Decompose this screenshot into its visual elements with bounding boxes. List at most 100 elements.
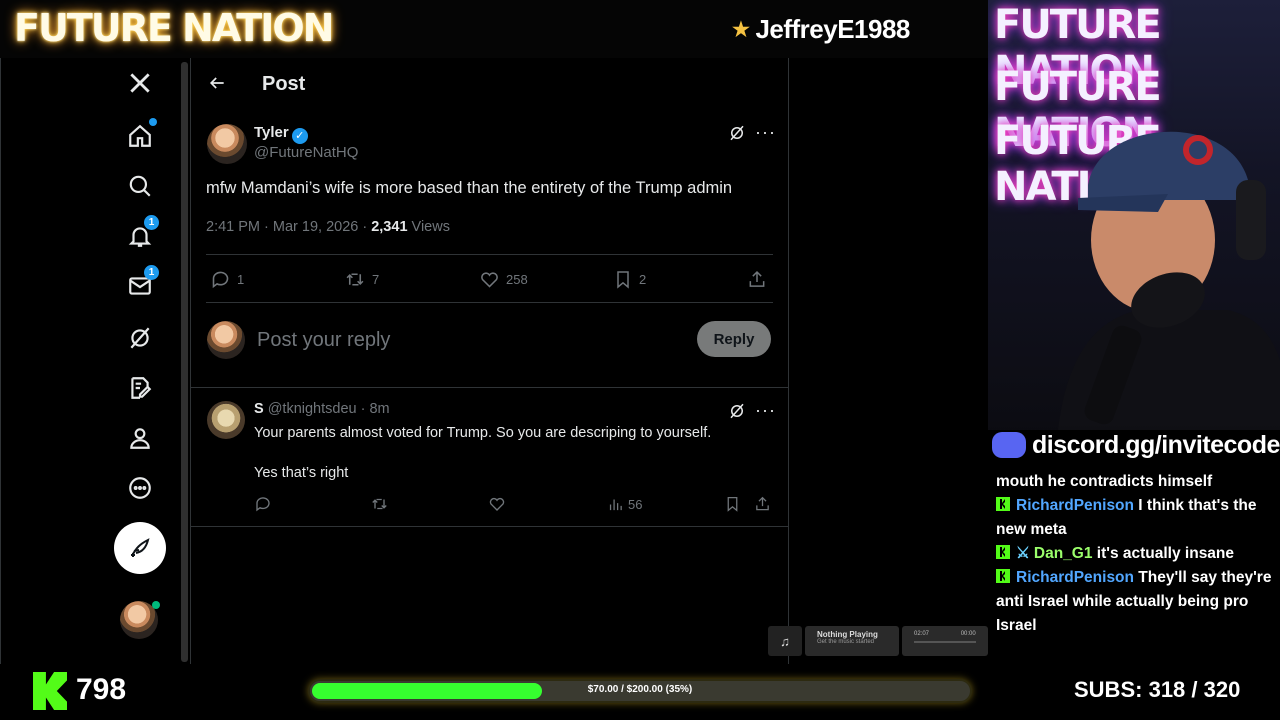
reply-author-handle[interactable]: @tknightsdeu — [268, 401, 357, 417]
star-icon: ★ — [732, 19, 750, 41]
reply-input[interactable]: Post your reply — [257, 329, 390, 352]
reply-views-count: 56 — [628, 497, 643, 512]
chat-message: mouth he contradicts himself — [996, 470, 1272, 494]
compose-post-button[interactable] — [114, 522, 166, 574]
music-timeline: 02:07 00:00 — [902, 626, 988, 656]
online-dot — [152, 601, 160, 609]
x-app-window: 1 1 Post Tyler ✓ @FutureNatHQ ··· mfw Ma… — [0, 58, 988, 664]
messages-badge: 1 — [144, 265, 159, 280]
verified-badge-icon: ✓ — [291, 128, 308, 144]
music-time-current: 02:07 — [914, 631, 930, 637]
post-detail-column: Post Tyler ✓ @FutureNatHQ ··· mfw Mamdani… — [190, 58, 789, 664]
repost-icon — [372, 498, 387, 510]
sub-goal-value: 318 / 320 — [1148, 677, 1241, 702]
grok-explain-icon[interactable] — [728, 124, 746, 147]
profile-icon[interactable] — [125, 423, 155, 453]
kick-badge-icon — [996, 497, 1010, 511]
x-logo-icon[interactable] — [125, 68, 155, 98]
donation-goal-bar: $70.00 / $200.00 (35%) — [308, 679, 972, 703]
latest-donor: ★ JeffreyE1988 — [732, 14, 910, 45]
repost-action[interactable]: 7 — [344, 269, 379, 290]
author-name[interactable]: Tyler — [254, 124, 289, 141]
sidebar-scrollbar[interactable] — [181, 62, 188, 662]
donor-name: JeffreyE1988 — [755, 14, 910, 44]
like-action[interactable]: 258 — [479, 269, 528, 290]
webcam-feed: FUTURE NATION FUTURE NATION FUTURE NATIO… — [988, 0, 1280, 430]
chat-username[interactable]: RichardPenison — [1016, 569, 1134, 586]
reply-text-line1: Your parents almost voted for Trump. So … — [254, 425, 712, 441]
post-meta: 2:41 PM · Mar 19, 2026 · 2,341 Views — [206, 219, 450, 235]
streamer-silhouette — [1058, 131, 1280, 430]
home-new-dot — [149, 118, 157, 126]
reply-icon — [212, 271, 229, 289]
share-icon — [749, 270, 765, 287]
reply-bookmark-action[interactable] — [724, 495, 741, 518]
grok-icon[interactable] — [125, 323, 155, 353]
post-text: mfw Mamdani’s wife is more based than th… — [206, 179, 733, 197]
feather-icon — [131, 538, 150, 557]
heart-icon — [489, 497, 505, 511]
reply-button[interactable]: Reply — [697, 321, 771, 357]
brand-logo: FUTURE NATION — [14, 6, 334, 50]
share-icon — [756, 496, 769, 511]
reply-author-avatar[interactable] — [207, 401, 245, 439]
chat-message: RichardPenison I think that's the new me… — [996, 494, 1272, 542]
reply-repost-action[interactable] — [370, 495, 389, 518]
reply-reply-action[interactable] — [254, 495, 272, 518]
music-title: Nothing Playing — [817, 630, 878, 639]
music-progress-track — [914, 641, 976, 643]
kick-badge-icon — [996, 569, 1010, 583]
premium-icon[interactable] — [125, 373, 155, 403]
viewer-count: 798 — [76, 673, 127, 706]
divider — [206, 302, 773, 303]
reply-views-action[interactable]: 56 — [607, 496, 642, 513]
chat-username[interactable]: Dan_G1 — [1034, 545, 1093, 562]
search-icon[interactable] — [125, 171, 155, 201]
music-note-icon: ♫ — [768, 626, 802, 656]
reply-like-action[interactable] — [488, 495, 506, 518]
kick-badge-icon — [996, 545, 1010, 559]
author-handle[interactable]: @FutureNatHQ — [254, 144, 358, 161]
author-avatar[interactable] — [207, 124, 247, 164]
notifications-badge: 1 — [144, 215, 159, 230]
reply-more-icon[interactable]: ··· — [755, 400, 776, 421]
back-button[interactable] — [207, 73, 229, 95]
reply-count: 1 — [237, 272, 245, 287]
notifications-icon[interactable]: 1 — [125, 215, 159, 251]
sub-goal: SUBS: 318 / 320 — [1074, 677, 1240, 703]
views-count: 2,341 — [371, 219, 408, 235]
reply-grok-icon[interactable] — [728, 402, 746, 425]
donation-goal-text: $70.00 / $200.00 (35%) — [587, 684, 693, 695]
repost-count: 7 — [372, 272, 380, 287]
stream-layout: FUTURE NATION ★ JeffreyE1988 1 1 Post Ty… — [0, 0, 1280, 720]
bookmark-action[interactable]: 2 — [613, 269, 646, 290]
reply-text-line2: Yes that’s right — [254, 465, 349, 481]
more-icon[interactable] — [125, 473, 155, 503]
more-options-icon[interactable]: ··· — [755, 122, 776, 143]
author-block: Tyler ✓ @FutureNatHQ — [254, 124, 358, 162]
discord-link: discord.gg/invitecode — [1032, 430, 1280, 459]
repost-icon — [346, 273, 364, 286]
bookmark-icon — [727, 496, 738, 512]
divider — [191, 387, 788, 388]
chat-panel: mouth he contradicts himself RichardPeni… — [988, 466, 1280, 664]
post-timestamp[interactable]: 2:41 PM · Mar 19, 2026 · — [206, 219, 371, 235]
bookmark-icon — [617, 271, 629, 289]
divider — [191, 526, 788, 527]
chat-username[interactable]: RichardPenison — [1016, 497, 1134, 514]
reply-action[interactable]: 1 — [210, 269, 244, 290]
home-icon[interactable] — [125, 118, 157, 151]
sub-goal-label: SUBS: — [1074, 677, 1143, 702]
reply-author-name[interactable]: S — [254, 401, 264, 417]
discord-banner: discord.gg/invitecode — [988, 424, 1280, 466]
messages-icon[interactable]: 1 — [125, 265, 159, 301]
chat-message-text: mouth he contradicts himself — [996, 473, 1213, 490]
reply-share-action[interactable] — [754, 495, 771, 518]
reply-icon — [256, 497, 270, 512]
music-now-playing: Nothing Playing Get the music started — [805, 626, 899, 656]
page-title: Post — [262, 73, 306, 95]
music-time-total: 00:00 — [960, 631, 976, 637]
music-widget: ♫ Nothing Playing Get the music started … — [768, 622, 988, 660]
share-action[interactable] — [747, 269, 767, 295]
sidebar-nav: 1 1 — [1, 58, 181, 664]
